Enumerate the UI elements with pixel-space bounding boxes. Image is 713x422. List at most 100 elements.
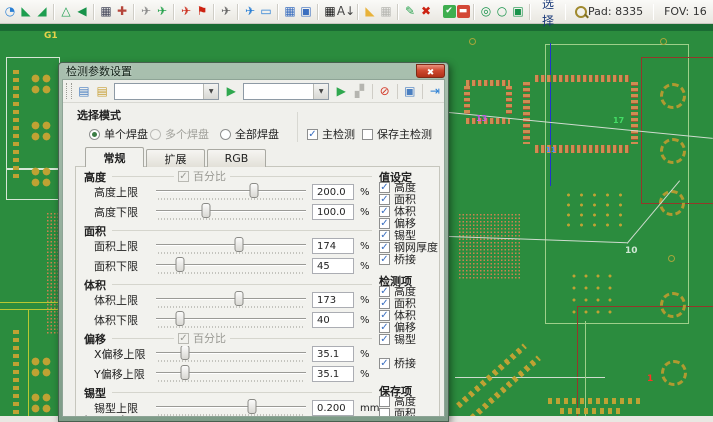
radio-all-pads[interactable]: 全部焊盘 (220, 126, 279, 142)
dart-red-icon[interactable]: ✈ (179, 3, 194, 20)
flip-horizontal-icon[interactable]: ◣ (19, 3, 34, 20)
checkbox[interactable] (362, 129, 373, 140)
slider-track[interactable] (156, 237, 306, 255)
grid-blocks-icon[interactable]: ▦ (323, 3, 338, 20)
pcb-bga-grid (46, 212, 58, 334)
edit-signature-icon[interactable]: ✎ (403, 3, 418, 20)
slider-thumb[interactable] (201, 203, 210, 218)
grid-disabled-icon[interactable]: ▦ (379, 3, 394, 20)
delete-icon[interactable]: ✖ (419, 3, 434, 20)
value-input[interactable]: 40 (312, 312, 354, 328)
chevron-down-icon[interactable]: ▼ (203, 84, 218, 99)
value-input[interactable]: 174 (312, 238, 354, 254)
circle-tool-icon[interactable]: ◔ (3, 3, 18, 20)
dart-green-icon[interactable]: ✈ (155, 3, 170, 20)
chart-disabled-icon[interactable]: ▞ (351, 83, 367, 100)
value-input[interactable]: 45 (312, 258, 354, 274)
tab-general[interactable]: 常规 (85, 147, 144, 167)
angle-measure-icon[interactable]: △ (59, 3, 74, 20)
template-combo-1[interactable]: ▼ (114, 83, 219, 100)
set-square-icon[interactable]: ◣ (363, 3, 378, 20)
tab-rgb[interactable]: RGB (207, 149, 266, 167)
confirm-tile-icon[interactable]: ✔ (443, 5, 456, 18)
chevron-down-icon[interactable]: ▼ (313, 84, 328, 99)
apply-template-2-icon[interactable]: ▶ (333, 83, 349, 100)
select-button[interactable]: 选择 (534, 0, 562, 29)
checkbox[interactable] (379, 322, 390, 333)
checkbox[interactable] (379, 194, 390, 205)
export-icon[interactable]: ⇥ (427, 83, 443, 100)
pcb-line (0, 309, 58, 310)
load-template-icon[interactable]: ▤ (94, 83, 110, 100)
slider-track[interactable] (156, 311, 306, 329)
dart-gray-icon[interactable]: ✈ (139, 3, 154, 20)
circle-icon[interactable]: ○ (495, 3, 510, 20)
apply-template-1-icon[interactable]: ▶ (223, 83, 239, 100)
square-target-icon[interactable]: ▣ (511, 3, 526, 20)
location-pin-icon[interactable]: ⚑ (195, 3, 210, 20)
checkbox[interactable] (379, 286, 390, 297)
checkbox[interactable] (379, 298, 390, 309)
slider-track[interactable] (156, 257, 306, 275)
dart-dark-icon[interactable]: ✈ (219, 3, 234, 20)
checkbox[interactable] (379, 182, 390, 193)
slider-track[interactable] (156, 345, 306, 363)
dialog-titlebar[interactable]: 检测参数设置 ✖ (62, 63, 445, 79)
slider-track[interactable] (156, 291, 306, 309)
flip-vertical-icon[interactable]: ◢ (35, 3, 50, 20)
radio-dot[interactable] (89, 129, 100, 140)
checkbox-save-main-detect[interactable]: 保存主检测 (362, 126, 432, 142)
value-input[interactable]: 173 (312, 292, 354, 308)
target-circle-icon[interactable]: ◎ (479, 3, 494, 20)
cone-icon[interactable]: ◀ (75, 3, 90, 20)
image-view-icon[interactable]: ▦ (99, 3, 114, 20)
checkbox[interactable] (379, 396, 390, 407)
slider-track[interactable] (156, 183, 306, 201)
value-input[interactable]: 200.0 (312, 184, 354, 200)
checkbox[interactable] (379, 310, 390, 321)
slider-track[interactable] (156, 365, 306, 383)
slider-thumb[interactable] (180, 345, 189, 360)
radio-single-pad[interactable]: 单个焊盘 (89, 126, 148, 142)
checkbox-item[interactable]: 锡型 (379, 333, 445, 345)
slider-thumb[interactable] (234, 291, 243, 306)
checkbox-item[interactable]: 桥接 (379, 357, 445, 369)
table-icon[interactable]: ▦ (283, 3, 298, 20)
template-combo-2[interactable]: ▼ (243, 83, 329, 100)
slider-thumb[interactable] (180, 365, 189, 380)
tab-extended[interactable]: 扩展 (146, 149, 205, 167)
sort-az-icon[interactable]: A↓ (339, 3, 354, 20)
checkbox[interactable] (379, 230, 390, 241)
save-icon[interactable]: ▣ (402, 83, 418, 100)
checkbox[interactable] (307, 129, 318, 140)
master-checkbox[interactable] (444, 169, 445, 180)
checkbox-main-detect[interactable]: 主检测 (307, 126, 355, 142)
slider-thumb[interactable] (176, 311, 185, 326)
selection-rect-icon[interactable]: ▭ (259, 3, 274, 20)
master-checkbox[interactable] (444, 383, 445, 394)
save-template-icon[interactable]: ▤ (76, 83, 92, 100)
slider-thumb[interactable] (176, 257, 185, 272)
block-icon[interactable]: ⊘ (377, 83, 393, 100)
value-input[interactable]: 35.1 (312, 366, 354, 382)
checkbox[interactable] (379, 334, 390, 345)
stop-tile-icon[interactable]: ▬ (457, 5, 470, 18)
checkbox[interactable] (379, 206, 390, 217)
pcb-qfp-pads (466, 80, 510, 86)
checkbox[interactable] (379, 218, 390, 229)
pcb-trace (455, 377, 605, 378)
radio-dot[interactable] (220, 129, 231, 140)
master-checkbox[interactable] (444, 273, 445, 284)
repair-tools-icon[interactable]: ✚ (115, 3, 130, 20)
camera-icon[interactable]: ▣ (299, 3, 314, 20)
dart-blue-icon[interactable]: ✈ (243, 3, 258, 20)
slider-thumb[interactable] (234, 237, 243, 252)
checkbox[interactable] (379, 242, 390, 253)
slider-thumb[interactable] (249, 183, 258, 198)
value-input[interactable]: 100.0 (312, 204, 354, 220)
checkbox[interactable] (379, 254, 390, 265)
checkbox[interactable] (379, 358, 390, 369)
slider-track[interactable] (156, 203, 306, 221)
close-button[interactable]: ✖ (416, 64, 445, 78)
value-input[interactable]: 35.1 (312, 346, 354, 362)
